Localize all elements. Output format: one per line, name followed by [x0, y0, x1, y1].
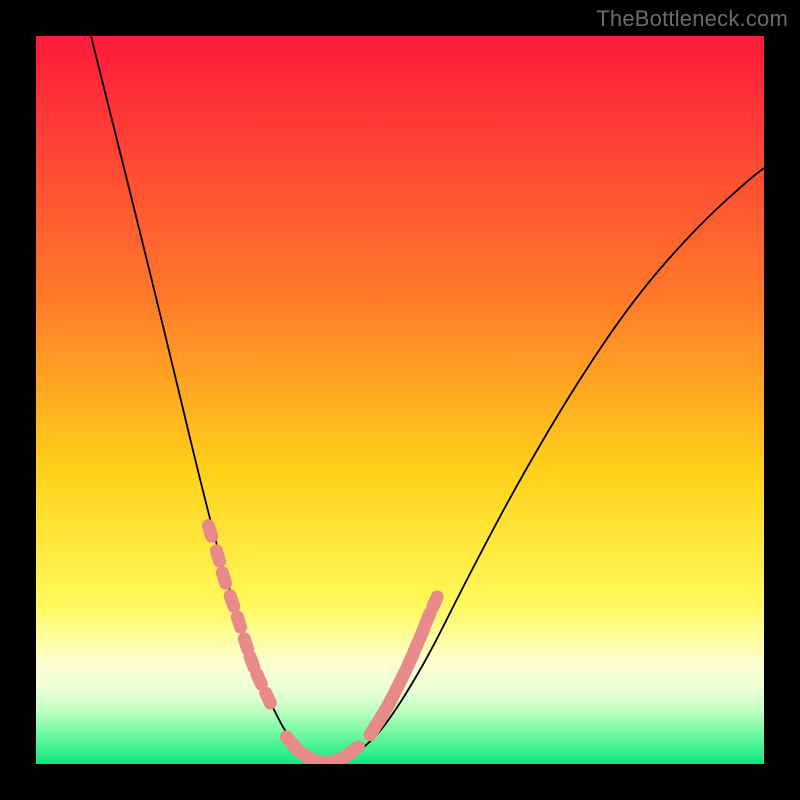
chart-svg [36, 36, 764, 764]
watermark-text: TheBottleneck.com [596, 6, 788, 32]
markers-left-branch [200, 518, 279, 712]
plot-area [36, 36, 764, 764]
markers-right-branch [361, 588, 446, 743]
bottleneck-curve [91, 36, 764, 762]
markers-trough [277, 728, 367, 764]
chart-frame: TheBottleneck.com [0, 0, 800, 800]
